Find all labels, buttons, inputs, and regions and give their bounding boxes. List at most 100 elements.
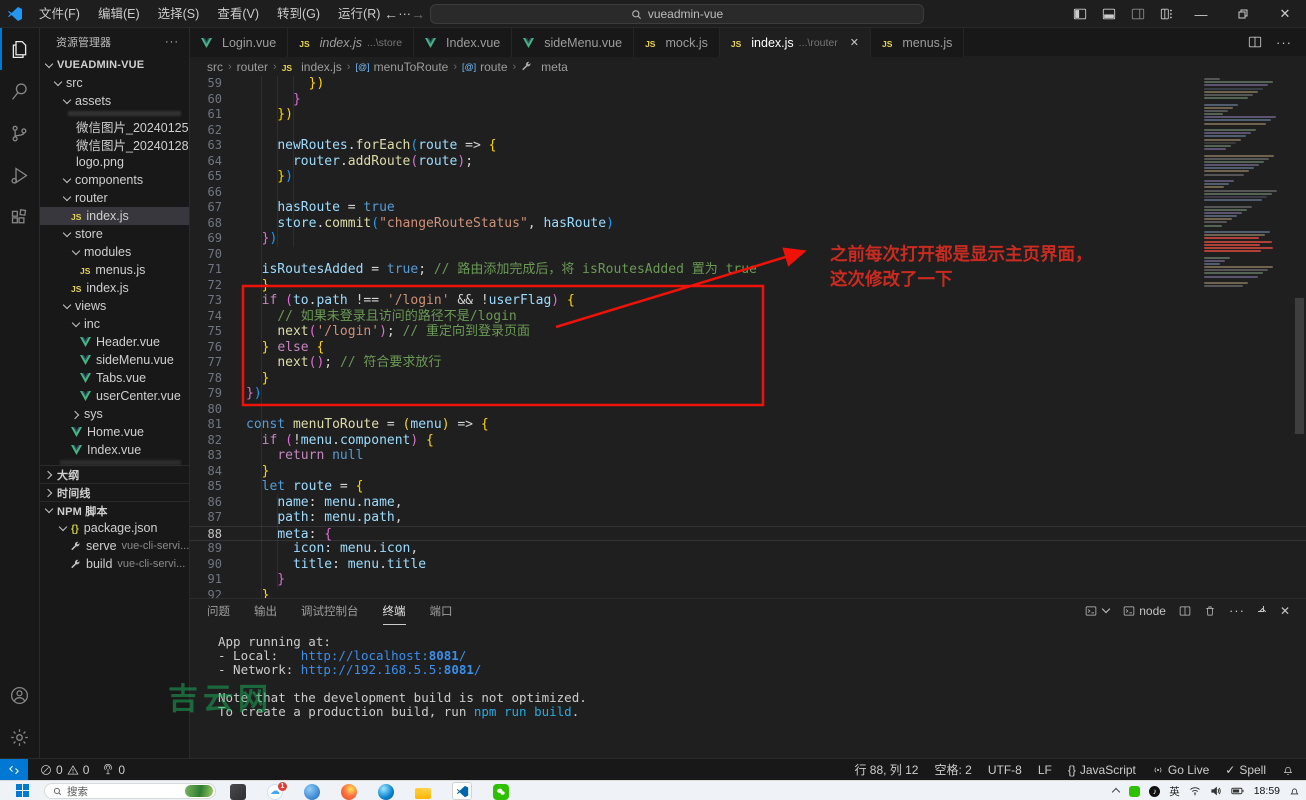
code-line-73[interactable]: 73 if (to.path !== '/login' && !userFlag… <box>190 293 1306 309</box>
account-icon[interactable] <box>0 674 40 716</box>
tree-item-router[interactable]: router <box>40 189 189 207</box>
code-line-91[interactable]: 91 } <box>190 572 1306 588</box>
npm-item-serve[interactable]: servevue-cli-servi... <box>40 537 189 555</box>
taskbar-bell-icon[interactable] <box>1289 786 1300 797</box>
code-line-64[interactable]: 64 router.addRoute(route); <box>190 154 1306 170</box>
clock[interactable]: 18:59 <box>1254 783 1280 799</box>
terminal-output[interactable]: App running at:- Local: http://localhost… <box>218 635 1286 719</box>
tab-Login.vue[interactable]: Login.vue <box>190 28 288 57</box>
run-debug-icon[interactable] <box>0 154 40 196</box>
code-line-81[interactable]: 81const menuToRoute = (menu) => { <box>190 417 1306 433</box>
new-terminal-button[interactable] <box>1085 605 1110 617</box>
tree-item-sys[interactable]: sys <box>40 405 189 423</box>
volume-icon[interactable] <box>1210 785 1222 797</box>
section-NPM 脚本[interactable]: NPM 脚本 <box>40 501 189 519</box>
code-line-90[interactable]: 90 title: menu.title <box>190 557 1306 573</box>
close-panel-icon[interactable]: ✕ <box>1280 604 1290 618</box>
code-line-59[interactable]: 59 }) <box>190 76 1306 92</box>
code-line-70[interactable]: 70 <box>190 247 1306 263</box>
minimize-button[interactable]: — <box>1180 0 1222 28</box>
code-line-86[interactable]: 86 name: menu.name, <box>190 495 1306 511</box>
cursor-position[interactable]: 行 88, 列 12 <box>854 761 918 778</box>
wechat-tray-icon[interactable] <box>1129 786 1140 797</box>
ime-indicator[interactable]: 英 <box>1169 784 1180 799</box>
code-line-78[interactable]: 78 } <box>190 371 1306 387</box>
split-terminal-icon[interactable] <box>1179 605 1191 617</box>
remote-indicator[interactable] <box>0 759 28 781</box>
toggle-panel-icon[interactable] <box>1102 7 1116 21</box>
code-line-72[interactable]: 72 } <box>190 278 1306 294</box>
breadcrumb-item-menuToRoute[interactable]: [@]menuToRoute <box>355 60 448 74</box>
photos-app-icon[interactable] <box>230 784 246 800</box>
problems-indicator[interactable]: 0 0 <box>40 763 89 777</box>
tab-mock.js[interactable]: JSmock.js <box>634 28 720 57</box>
menu-item-0[interactable]: 文件(F) <box>30 0 89 28</box>
tree-item--_202401282...[interactable]: 微信图片_202401282... <box>40 135 189 153</box>
go-live-button[interactable]: Go Live <box>1152 763 1209 777</box>
tree-item-Index.vue[interactable]: Index.vue <box>40 441 189 459</box>
panel-tab-终端[interactable]: 终端 <box>383 600 406 625</box>
eol-indicator[interactable]: LF <box>1038 763 1052 777</box>
language-mode[interactable]: {} JavaScript <box>1068 763 1136 777</box>
settings-gear-icon[interactable] <box>0 716 40 758</box>
encoding-indicator[interactable]: UTF-8 <box>988 763 1022 777</box>
menu-item-3[interactable]: 查看(V) <box>208 0 268 28</box>
notifications-bell-icon[interactable] <box>1282 764 1294 776</box>
command-center-search[interactable]: vueadmin-vue <box>430 4 924 24</box>
terminal-instance-node[interactable]: node <box>1123 604 1166 618</box>
menu-item-1[interactable]: 编辑(E) <box>89 0 149 28</box>
firefox-icon[interactable] <box>341 784 357 800</box>
code-line-66[interactable]: 66 <box>190 185 1306 201</box>
tree-item-sideMenu.vue[interactable]: sideMenu.vue <box>40 351 189 369</box>
tab-menus.js[interactable]: JSmenus.js <box>871 28 964 57</box>
tree-root-vueadmin-vue[interactable]: VUEADMIN-VUE <box>40 56 189 74</box>
editor-scrollbar[interactable] <box>1295 298 1304 434</box>
code-line-83[interactable]: 83 return null <box>190 448 1306 464</box>
section-时间线[interactable]: 时间线 <box>40 483 189 501</box>
customize-layout-icon[interactable] <box>1160 7 1174 21</box>
section-大纲[interactable]: 大纲 <box>40 465 189 483</box>
tree-item-Home.vue[interactable]: Home.vue <box>40 423 189 441</box>
code-line-77[interactable]: 77 next(); // 符合要求放行 <box>190 355 1306 371</box>
panel-more-actions-icon[interactable]: ··· <box>1229 603 1245 618</box>
tree-item-store[interactable]: store <box>40 225 189 243</box>
tree-item-assets[interactable]: assets <box>40 92 189 110</box>
split-editor-icon[interactable] <box>1248 35 1262 49</box>
code-line-69[interactable]: 69 }) <box>190 231 1306 247</box>
code-line-61[interactable]: 61 }) <box>190 107 1306 123</box>
tab-index.js[interactable]: JSindex.js...\store <box>288 28 414 57</box>
show-hidden-icons[interactable] <box>1112 787 1120 795</box>
breadcrumb-item-index.js[interactable]: JSindex.js <box>282 60 342 74</box>
tree-item--_202401251...[interactable]: 微信图片_202401251... <box>40 117 189 135</box>
tree-item-logo.png[interactable]: logo.png <box>40 153 189 171</box>
battery-icon[interactable] <box>1231 785 1245 797</box>
restore-button[interactable] <box>1222 0 1264 28</box>
npm-item-package.json[interactable]: {}package.json <box>40 519 189 537</box>
code-line-63[interactable]: 63 newRoutes.forEach(route => { <box>190 138 1306 154</box>
tree-item-index.js[interactable]: JSindex.js <box>40 207 189 225</box>
tab-Index.vue[interactable]: Index.vue <box>414 28 512 57</box>
tree-item-userCenter.vue[interactable]: userCenter.vue <box>40 387 189 405</box>
toggle-secondary-sidebar-icon[interactable] <box>1131 7 1145 21</box>
ports-indicator[interactable]: 0 <box>102 763 125 777</box>
minimap[interactable] <box>1204 78 1294 288</box>
forward-button[interactable]: → <box>411 6 425 22</box>
tree-item-Header.vue[interactable]: Header.vue <box>40 333 189 351</box>
tree-item-menus.js[interactable]: JSmenus.js <box>40 261 189 279</box>
browser-app-icon[interactable] <box>304 784 320 800</box>
toggle-primary-sidebar-icon[interactable] <box>1073 7 1087 21</box>
code-line-92[interactable]: 92 } <box>190 588 1306 599</box>
explorer-more-actions-icon[interactable]: ··· <box>165 36 179 48</box>
code-line-79[interactable]: 79}) <box>190 386 1306 402</box>
spell-checker[interactable]: ✓ Spell <box>1225 763 1266 777</box>
breadcrumb-item-src[interactable]: src <box>207 60 223 74</box>
code-line-65[interactable]: 65 }) <box>190 169 1306 185</box>
tree-item-Tabs.vue[interactable]: Tabs.vue <box>40 369 189 387</box>
more-actions-icon[interactable]: ··· <box>1276 35 1292 50</box>
file-explorer-icon[interactable] <box>415 788 431 799</box>
code-line-85[interactable]: 85 let route = { <box>190 479 1306 495</box>
code-line-62[interactable]: 62 <box>190 123 1306 139</box>
tree-item-modules[interactable]: modules <box>40 243 189 261</box>
panel-tab-问题[interactable]: 问题 <box>207 600 230 625</box>
tree-item-components[interactable]: components <box>40 171 189 189</box>
